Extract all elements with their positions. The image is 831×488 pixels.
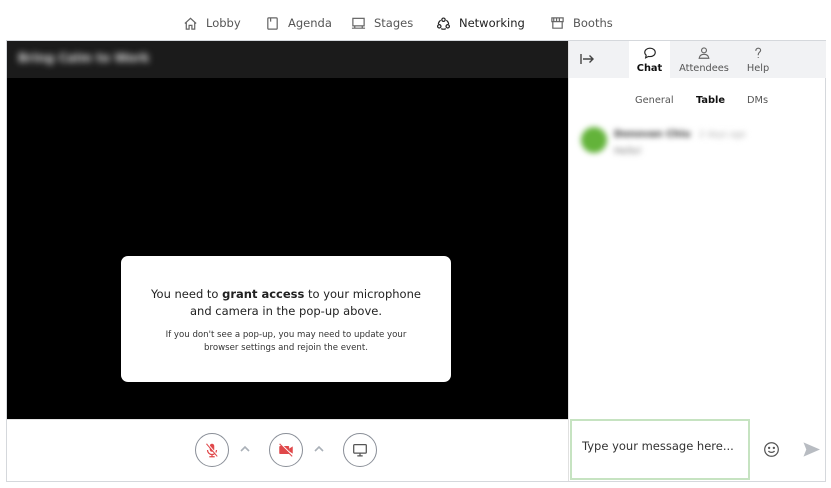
side-panel: Chat Attendees Help General Table DMs Do… — [568, 41, 826, 481]
tab-help[interactable]: Help — [739, 41, 777, 78]
networking-icon — [436, 16, 451, 30]
booth-icon — [551, 16, 564, 29]
nav-label: Stages — [374, 16, 414, 30]
chat-message-input[interactable] — [582, 439, 742, 453]
microphone-options-caret[interactable] — [239, 440, 255, 456]
avatar — [581, 127, 607, 153]
help-icon — [755, 47, 762, 58]
nav-label: Booths — [573, 16, 613, 30]
panel-header: Chat Attendees Help — [569, 41, 826, 78]
chevron-up-icon — [240, 445, 250, 452]
stage-icon — [351, 17, 366, 29]
top-navigation: Lobby Agenda Stages Networking Booths — [0, 0, 831, 44]
home-icon — [184, 17, 197, 30]
message-time: 2 days ago — [699, 130, 746, 140]
room-title-bar: Bring Calm to Work — [7, 41, 568, 78]
subtab-table[interactable]: Table — [696, 95, 725, 106]
message-author: Donovan Chiu — [614, 129, 691, 140]
chat-input-container — [570, 419, 750, 480]
subtab-dms[interactable]: DMs — [747, 95, 768, 106]
collapse-panel-button[interactable] — [579, 51, 597, 69]
smiley-icon — [764, 442, 779, 457]
mic-off-icon — [206, 443, 219, 458]
screen-share-icon — [353, 443, 367, 457]
permission-hint: If you don't see a pop-up, you may need … — [165, 330, 407, 353]
camera-off-icon — [279, 442, 294, 457]
tab-attendees[interactable]: Attendees — [674, 41, 734, 78]
tab-label: Help — [746, 62, 770, 74]
nav-label: Agenda — [288, 16, 332, 30]
chevron-up-icon — [314, 445, 324, 452]
tab-chat[interactable]: Chat — [629, 41, 670, 78]
tab-label: Attendees — [679, 62, 729, 74]
message-text: Hello! — [614, 146, 642, 157]
chat-message: Donovan Chiu 2 days ago Hello! — [581, 127, 811, 167]
attendees-icon — [698, 46, 710, 59]
permission-text-start: You need to — [151, 287, 223, 301]
nav-agenda[interactable]: Agenda — [265, 12, 332, 34]
nav-label: Lobby — [206, 16, 241, 30]
nav-stages[interactable]: Stages — [351, 12, 413, 34]
room-title: Bring Calm to Work — [18, 51, 150, 65]
collapse-arrow-icon — [580, 54, 594, 64]
send-icon — [803, 442, 820, 457]
permission-dialog: You need to grant access to your microph… — [121, 256, 451, 382]
tab-label: Chat — [636, 62, 663, 74]
permission-message: You need to grant access to your microph… — [121, 286, 451, 320]
permission-text-bold: grant access — [222, 287, 305, 301]
agenda-icon — [267, 16, 278, 30]
nav-networking[interactable]: Networking — [436, 12, 525, 34]
nav-lobby[interactable]: Lobby — [183, 12, 241, 34]
video-area: Bring Calm to Work You need to grant acc… — [7, 41, 568, 419]
subtab-general[interactable]: General — [635, 95, 674, 106]
call-controls — [7, 419, 568, 481]
nav-booths[interactable]: Booths — [550, 12, 613, 34]
camera-toggle-button[interactable] — [269, 433, 303, 467]
send-button[interactable] — [802, 441, 822, 459]
chat-icon — [643, 47, 656, 59]
emoji-button[interactable] — [763, 441, 781, 459]
camera-options-caret[interactable] — [313, 440, 329, 456]
nav-label: Networking — [459, 16, 525, 30]
microphone-toggle-button[interactable] — [195, 433, 229, 467]
screen-share-button[interactable] — [343, 433, 377, 467]
